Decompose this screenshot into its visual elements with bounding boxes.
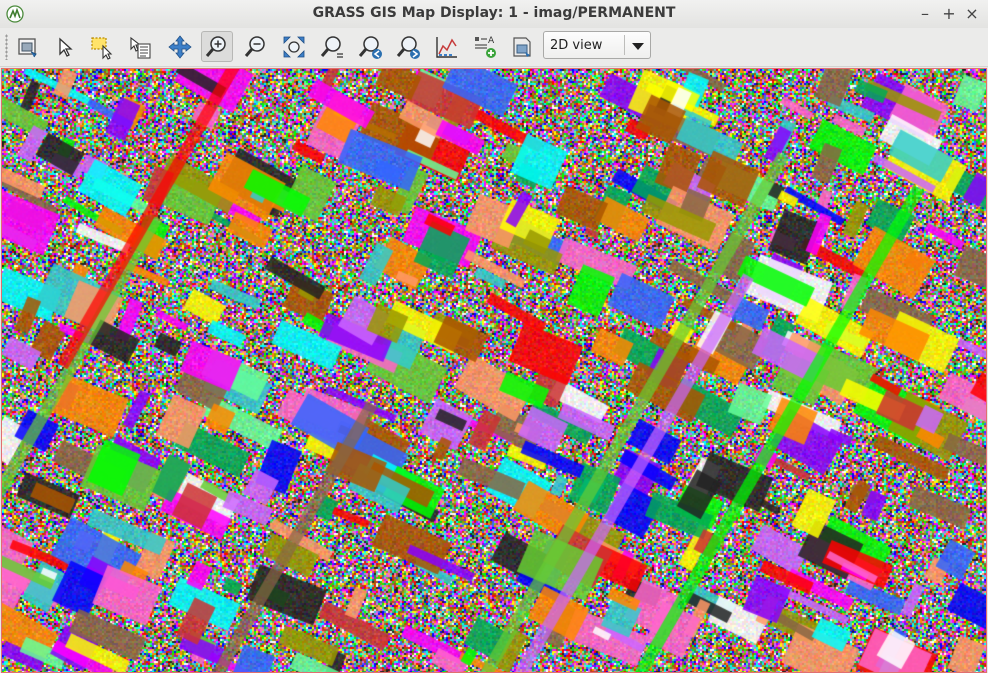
toolbar-grip[interactable]: [5, 34, 8, 60]
zoom-out-button[interactable]: [240, 31, 272, 62]
maximize-button[interactable]: +: [938, 3, 960, 25]
save-image-button[interactable]: [506, 31, 538, 62]
zoom-out-icon: [244, 35, 265, 57]
zoom-back-button[interactable]: [354, 31, 386, 62]
analyze-button[interactable]: [430, 31, 462, 62]
map-canvas[interactable]: [1, 68, 987, 673]
analyze-icon: [436, 36, 457, 58]
pointer-button[interactable]: [49, 31, 81, 62]
zoom-in-button[interactable]: [201, 31, 233, 62]
view-mode-separator: [624, 35, 625, 55]
pan-button[interactable]: [164, 31, 196, 62]
zoom-in-icon: [205, 35, 226, 57]
zoom-menu-button[interactable]: [316, 31, 348, 62]
title-bar: GRASS GIS Map Display: 1 - imag/PERMANEN…: [0, 0, 988, 29]
chevron-down-icon[interactable]: [632, 43, 644, 50]
select-button[interactable]: [86, 31, 118, 62]
save-image-icon: [513, 36, 531, 57]
zoom-back-icon: [358, 35, 382, 59]
classified-raster-map[interactable]: [2, 69, 986, 672]
display-map-icon: [18, 37, 37, 57]
pan-icon: [168, 34, 192, 59]
zoom-forward-button[interactable]: [392, 31, 424, 62]
display-map-button[interactable]: [12, 31, 44, 62]
zoom-menu-icon: [320, 35, 343, 58]
svg-text:A: A: [488, 36, 495, 46]
decoration-button[interactable]: A: [468, 31, 500, 62]
view-mode-select[interactable]: 2D view: [543, 31, 651, 59]
window-title: GRASS GIS Map Display: 1 - imag/PERMANEN…: [312, 5, 676, 21]
minimize-button[interactable]: –: [914, 3, 936, 25]
zoom-forward-icon: [396, 35, 420, 59]
query-icon: [130, 36, 151, 59]
pointer-icon: [59, 37, 73, 57]
decoration-icon: A: [475, 36, 496, 58]
zoom-extent-icon: [283, 36, 305, 57]
select-icon: [91, 36, 113, 60]
view-mode-value: 2D view: [550, 38, 603, 53]
zoom-extent-button[interactable]: [278, 31, 310, 62]
query-button[interactable]: [124, 31, 156, 62]
close-button[interactable]: ×: [961, 3, 983, 25]
map-toolbar: A: [0, 28, 988, 67]
